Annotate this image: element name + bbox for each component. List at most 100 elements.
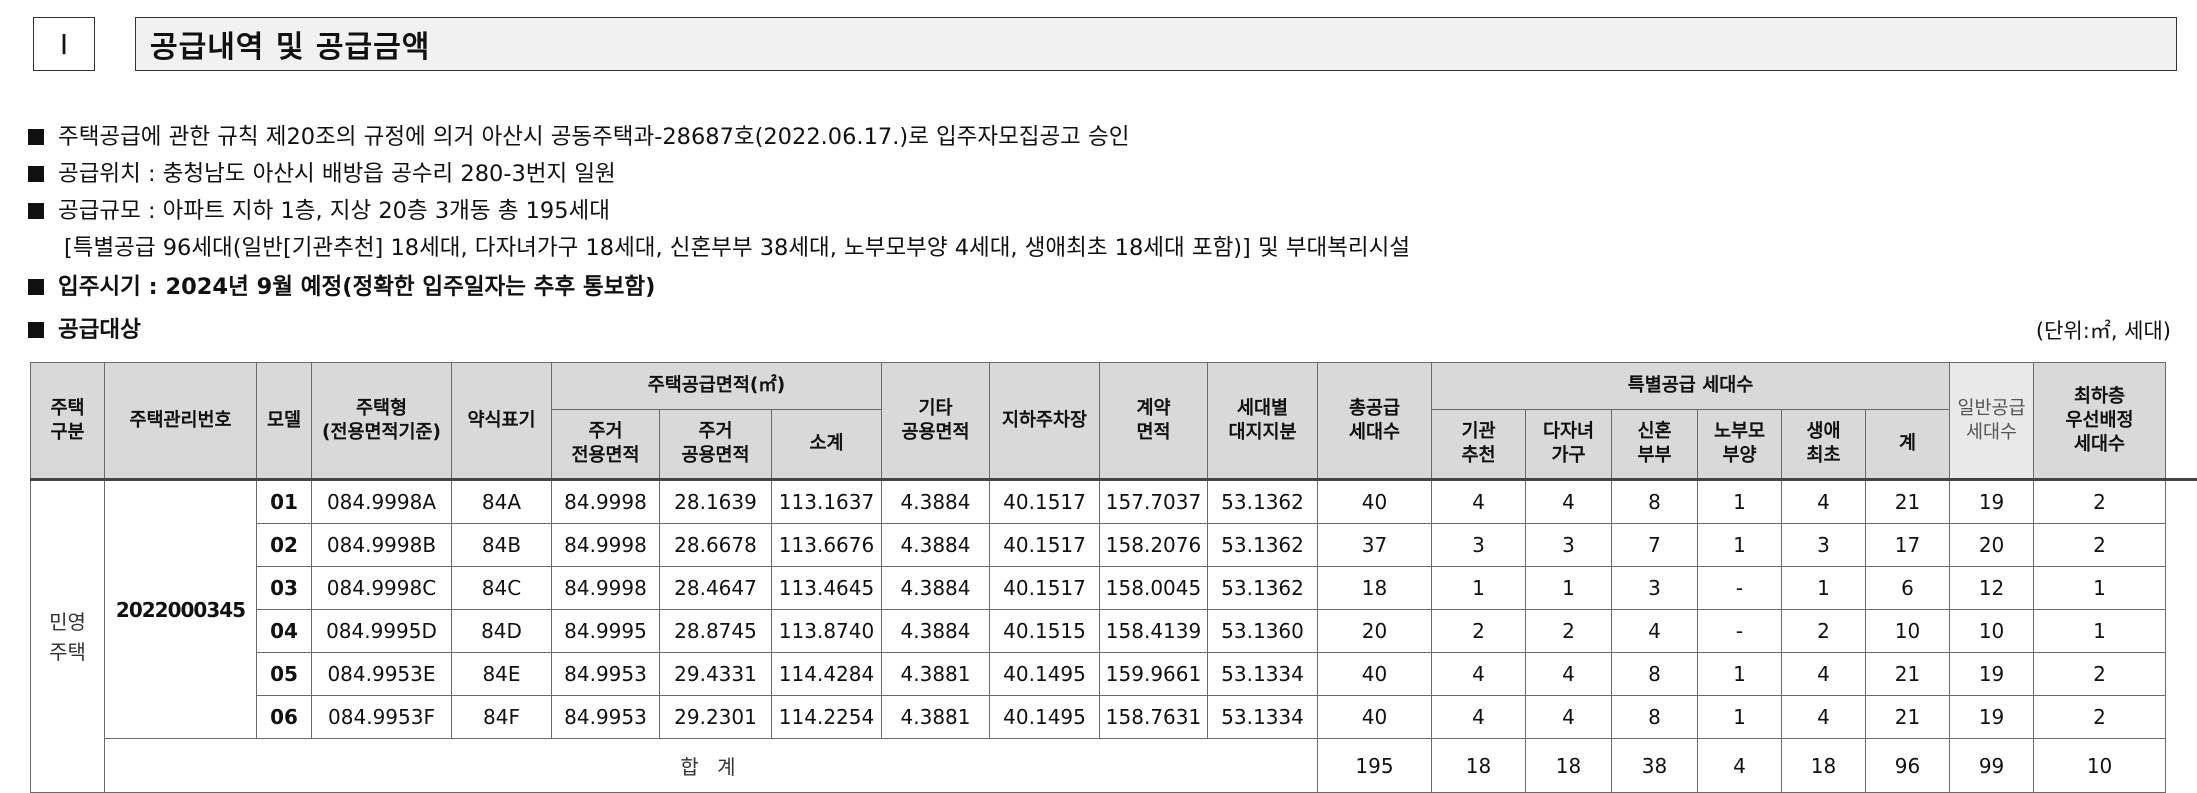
th-land-share: 세대별 대지지분 (1208, 363, 1318, 480)
th-first-home: 생애 최초 (1782, 410, 1866, 480)
cell-land-share: 53.1360 (1208, 610, 1318, 653)
th-multi-child: 다자녀 가구 (1526, 410, 1612, 480)
cell-multi-child: 3 (1526, 524, 1612, 567)
cell-top-floor: 2 (2034, 696, 2166, 739)
cell-exclusive-area: 84.9998 (552, 480, 660, 524)
section-title: 공급내역 및 공급금액 (135, 17, 2177, 71)
cell-subtotal: 114.2254 (772, 696, 882, 739)
total-multi-child: 18 (1526, 739, 1612, 793)
cell-newlywed: 8 (1612, 653, 1698, 696)
note-special-supply: [특별공급 96세대(일반[기관추천] 18세대, 다자녀가구 18세대, 신혼… (64, 233, 1410, 263)
cell-inst-recommend: 2 (1432, 610, 1526, 653)
cell-special-sum: 17 (1866, 524, 1950, 567)
cell-exclusive-area: 84.9995 (552, 610, 660, 653)
cell-model: 05 (257, 653, 312, 696)
cell-common-area: 28.6678 (660, 524, 772, 567)
total-row: 합 계 195181838418969910 (31, 739, 2197, 793)
th-subtotal: 소계 (772, 410, 882, 480)
cell-total-units: 20 (1318, 610, 1432, 653)
table-row: 06084.9953F84F84.995329.2301114.22544.38… (31, 696, 2197, 739)
unit-note: (단위:㎡, 세대) (2036, 315, 2171, 345)
cell-land-share: 53.1334 (1208, 696, 1318, 739)
cell-contract-area: 159.9661 (1100, 653, 1208, 696)
cell-house-type: 084.9998B (312, 524, 452, 567)
th-common-area: 주거 공용면적 (660, 410, 772, 480)
cell-model: 04 (257, 610, 312, 653)
cell-special-sum: 6 (1866, 567, 1950, 610)
total-inst-recommend: 18 (1432, 739, 1526, 793)
cell-total-units: 40 (1318, 696, 1432, 739)
cell-model: 02 (257, 524, 312, 567)
th-model: 모델 (257, 363, 312, 480)
cell-newlywed: 7 (1612, 524, 1698, 567)
table-row: 03084.9998C84C84.999828.4647113.46454.38… (31, 567, 2197, 610)
cell-elderly: 1 (1698, 696, 1782, 739)
cell-elderly: 1 (1698, 480, 1782, 524)
th-mgmt-no: 주택관리번호 (105, 363, 257, 480)
table-header: 주택 구분 주택관리번호 모델 주택형 (전용면적기준) 약식표기 주택공급면적… (31, 363, 2197, 480)
cell-model: 03 (257, 567, 312, 610)
cell-exclusive-area: 84.9953 (552, 653, 660, 696)
cell-parking-area: 40.1517 (990, 567, 1100, 610)
cell-multi-child: 4 (1526, 696, 1612, 739)
cell-parking-area: 40.1495 (990, 696, 1100, 739)
cell-contract-area: 158.7631 (1100, 696, 1208, 739)
cell-subtotal: 113.8740 (772, 610, 882, 653)
th-total-units: 총공급 세대수 (1318, 363, 1432, 480)
cell-inst-recommend: 4 (1432, 480, 1526, 524)
mgmt-number: 2022000345 (105, 480, 257, 739)
cell-special-sum: 21 (1866, 696, 1950, 739)
cell-common-area: 28.1639 (660, 480, 772, 524)
cell-house-type: 084.9995D (312, 610, 452, 653)
cell-land-share: 53.1362 (1208, 480, 1318, 524)
cell-general-supply: 19 (1950, 480, 2034, 524)
cell-general-supply: 20 (1950, 524, 2034, 567)
cell-general-supply: 10 (1950, 610, 2034, 653)
total-special-sum: 96 (1866, 739, 1950, 793)
cell-common-area: 29.2301 (660, 696, 772, 739)
bullet-square-icon (28, 322, 44, 338)
cell-subtotal: 113.4645 (772, 567, 882, 610)
cell-contract-area: 158.2076 (1100, 524, 1208, 567)
total-total-units: 195 (1318, 739, 1432, 793)
th-supply-area: 주택공급면적(㎡) (552, 363, 882, 410)
cell-inst-recommend: 3 (1432, 524, 1526, 567)
total-newlywed: 38 (1612, 739, 1698, 793)
cell-other-common-area: 4.3881 (882, 696, 990, 739)
cell-general-supply: 12 (1950, 567, 2034, 610)
cell-land-share: 53.1334 (1208, 653, 1318, 696)
cell-abbr: 84F (452, 696, 552, 739)
cell-house-type: 084.9998C (312, 567, 452, 610)
note-location: 공급위치 : 충청남도 아산시 배방읍 공수리 280-3번지 일원 (28, 159, 616, 189)
cell-house-type: 084.9953E (312, 653, 452, 696)
th-top-floor: 최하층 우선배정 세대수 (2034, 363, 2166, 480)
total-label: 합 계 (105, 739, 1318, 793)
cell-total-units: 18 (1318, 567, 1432, 610)
total-general-supply: 99 (1950, 739, 2034, 793)
cell-contract-area: 157.7037 (1100, 480, 1208, 524)
table-row: 민영 주택 2022000345 01084.9998A84A84.999828… (31, 480, 2197, 524)
cell-total-units: 40 (1318, 653, 1432, 696)
cell-other-common-area: 4.3884 (882, 524, 990, 567)
cell-exclusive-area: 84.9998 (552, 567, 660, 610)
cell-model: 06 (257, 696, 312, 739)
cell-inst-recommend: 1 (1432, 567, 1526, 610)
cell-total-units: 40 (1318, 480, 1432, 524)
th-newlywed: 신혼 부부 (1612, 410, 1698, 480)
th-housing-type: 주택 구분 (31, 363, 105, 480)
cell-newlywed: 3 (1612, 567, 1698, 610)
cell-multi-child: 1 (1526, 567, 1612, 610)
cell-multi-child: 2 (1526, 610, 1612, 653)
total-elderly: 4 (1698, 739, 1782, 793)
supply-table: 주택 구분 주택관리번호 모델 주택형 (전용면적기준) 약식표기 주택공급면적… (30, 362, 2197, 793)
th-other-common: 기타 공용면적 (882, 363, 990, 480)
cell-top-floor: 2 (2034, 524, 2166, 567)
cell-inst-recommend: 4 (1432, 653, 1526, 696)
cell-other-common-area: 4.3881 (882, 653, 990, 696)
th-elderly: 노부모 부양 (1698, 410, 1782, 480)
cell-parking-area: 40.1517 (990, 524, 1100, 567)
bullet-square-icon (28, 279, 44, 295)
th-parking: 지하주차장 (990, 363, 1100, 480)
cell-subtotal: 113.6676 (772, 524, 882, 567)
table-body: 민영 주택 2022000345 01084.9998A84A84.999828… (31, 480, 2197, 793)
